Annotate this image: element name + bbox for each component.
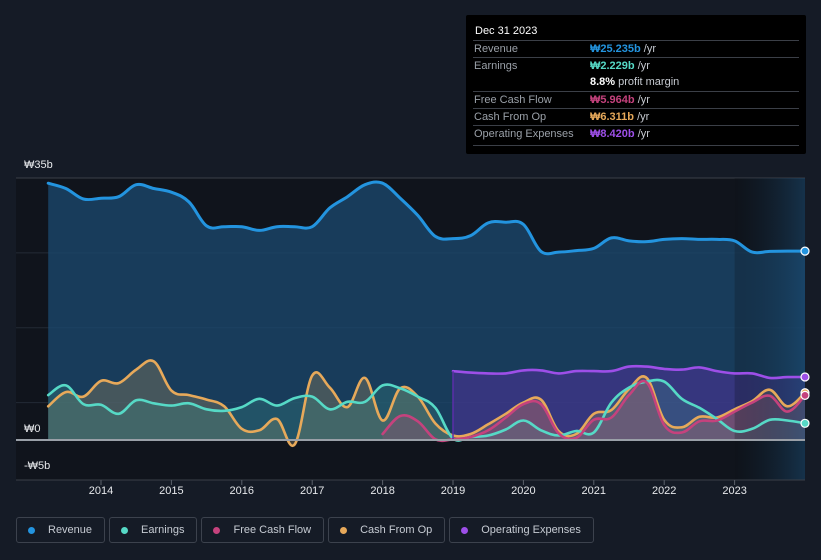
y-tick-label: ₩0 — [24, 423, 41, 435]
tooltip-label: Cash From Op — [474, 111, 547, 123]
legend-label: Free Cash Flow — [233, 524, 312, 536]
x-tick-label: 2019 — [440, 485, 466, 497]
y-tick-label: -₩5b — [24, 460, 51, 472]
legend-label: Earnings — [141, 524, 185, 536]
revenue-endpoint — [800, 246, 810, 256]
tooltip-label: Earnings — [474, 60, 518, 72]
x-tick-label: 2015 — [159, 485, 184, 497]
tooltip-row-revenue: Revenue ₩25.235b /yr — [473, 40, 799, 58]
legend-item-revenue[interactable]: Revenue — [16, 517, 106, 543]
tooltip-row-fcf: Free Cash Flow ₩5.964b /yr — [473, 91, 799, 109]
tooltip-row-opex: Operating Expenses ₩8.420b /yr — [473, 125, 799, 143]
y-tick-label: ₩35b — [24, 159, 53, 171]
x-tick-label: 2023 — [722, 485, 747, 497]
tooltip-row-earnings: Earnings ₩2.229b /yr — [473, 57, 799, 75]
legend-dot-icon — [340, 526, 348, 534]
x-tick-label: 2016 — [229, 485, 255, 497]
tooltip-value: ₩8.420b /yr — [590, 128, 650, 140]
legend-item-operating-expenses[interactable]: Operating Expenses — [449, 517, 594, 543]
legend-dot-icon — [213, 526, 221, 534]
tooltip-value: 8.8% profit margin — [590, 76, 680, 88]
earnings-endpoint — [800, 418, 810, 428]
legend-item-earnings[interactable]: Earnings — [109, 517, 198, 543]
tooltip-value: ₩2.229b /yr — [590, 60, 650, 72]
legend-label: Operating Expenses — [481, 524, 581, 536]
legend-label: Cash From Op — [360, 524, 433, 536]
x-tick-label: 2022 — [651, 485, 677, 497]
tooltip-value: ₩6.311b /yr — [590, 111, 650, 123]
legend-dot-icon — [121, 526, 129, 534]
tooltip-divider — [473, 145, 799, 146]
tooltip-row-cfo: Cash From Op ₩6.311b /yr — [473, 108, 799, 126]
legend-item-free-cash-flow[interactable]: Free Cash Flow — [201, 517, 325, 543]
tooltip-label: Revenue — [474, 43, 519, 55]
x-tick-label: 2021 — [581, 485, 607, 497]
operating-expenses-endpoint — [800, 372, 810, 382]
tooltip-label: Operating Expenses — [474, 128, 574, 140]
forecast-shade — [734, 178, 805, 480]
legend: Revenue Earnings Free Cash Flow Cash Fro… — [16, 517, 594, 543]
legend-dot-icon — [461, 526, 469, 534]
free-cash-flow-endpoint — [800, 390, 810, 400]
tooltip: Dec 31 2023 Revenue ₩25.235b /yr Earning… — [466, 15, 806, 154]
legend-item-cash-from-op[interactable]: Cash From Op — [328, 517, 446, 543]
x-tick-label: 2017 — [299, 485, 325, 497]
x-tick-label: 2020 — [511, 485, 536, 497]
tooltip-label: Free Cash Flow — [474, 94, 552, 106]
tooltip-value: ₩25.235b /yr — [590, 43, 657, 55]
tooltip-row-margin: 8.8% profit margin — [473, 74, 799, 91]
x-tick-label: 2018 — [370, 485, 395, 497]
legend-label: Revenue — [48, 524, 93, 536]
legend-dot-icon — [28, 526, 35, 534]
tooltip-date: Dec 31 2023 — [475, 25, 538, 37]
tooltip-value: ₩5.964b /yr — [590, 94, 650, 106]
x-tick-label: 2014 — [88, 485, 114, 497]
